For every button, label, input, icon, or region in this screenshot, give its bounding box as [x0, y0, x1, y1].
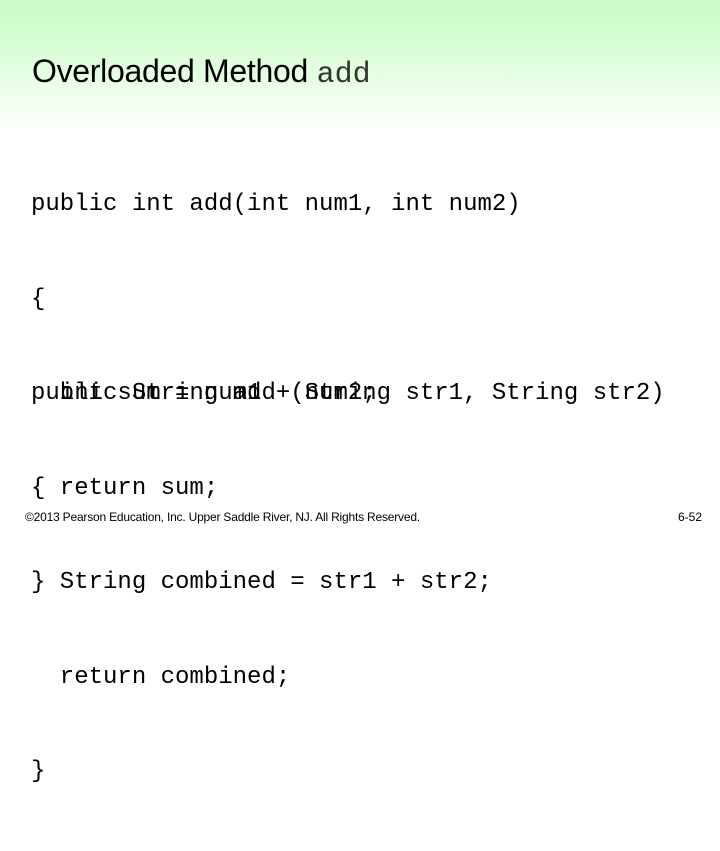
slide-title-code: add — [316, 58, 371, 92]
code-line: String combined = str1 + str2; — [31, 569, 492, 596]
slide: Overloaded Method add public int add(int… — [0, 0, 720, 785]
code-block-string-add: public String add (String str1, String s… — [31, 315, 665, 851]
code-line: } — [31, 758, 46, 785]
code-line: public String add (String str1, String s… — [31, 380, 665, 407]
code-line: return combined; — [31, 663, 291, 691]
code-line: public int add(int num1, int num2) — [31, 191, 521, 218]
footer-page-number: 6-52 — [677, 510, 702, 524]
slide-title: Overloaded Method add — [32, 53, 371, 92]
slide-title-text: Overloaded Method — [32, 53, 317, 89]
code-line: { — [31, 285, 46, 313]
footer-copyright: ©2013 Pearson Education, Inc. Upper Sadd… — [25, 510, 420, 524]
code-line: { — [31, 474, 46, 502]
